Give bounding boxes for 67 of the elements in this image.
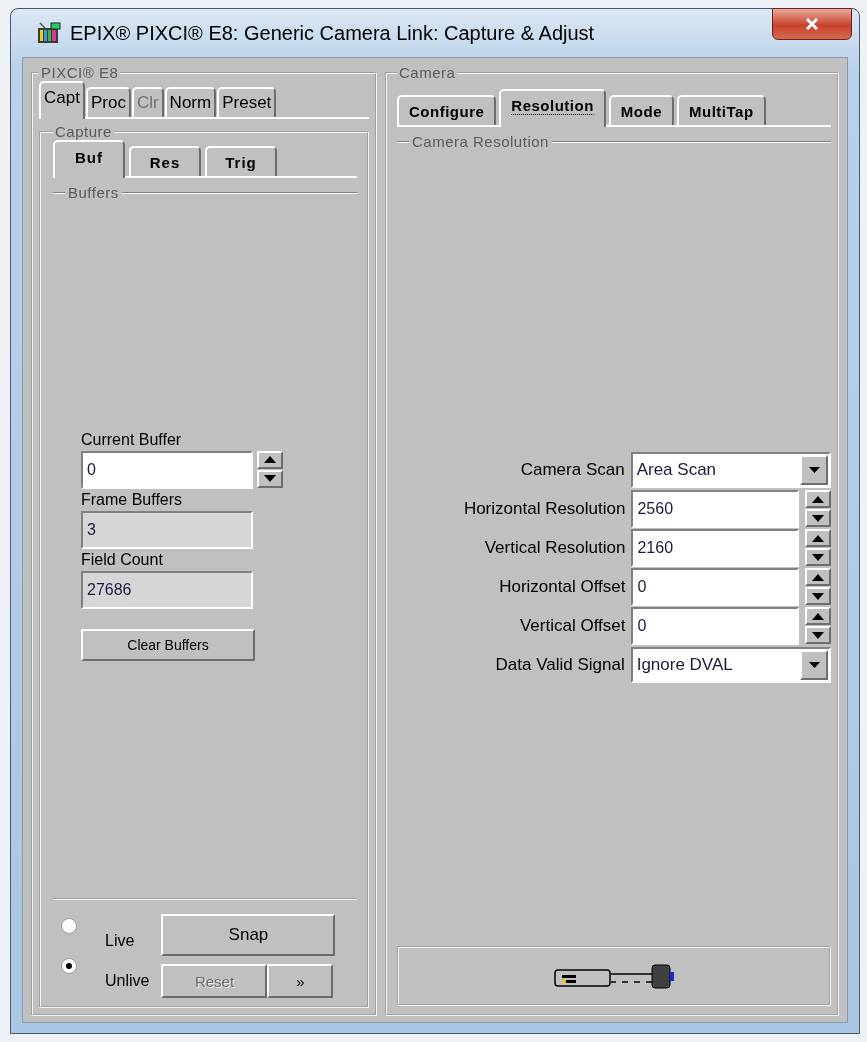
spin-down-button[interactable] (805, 626, 831, 644)
spin-up-button[interactable] (805, 568, 831, 586)
close-button[interactable] (772, 8, 852, 40)
section-title: Camera Resolution (412, 133, 549, 150)
tab[interactable]: Configure (397, 95, 497, 125)
close-icon (805, 18, 819, 30)
dropdown[interactable]: Area Scan (630, 452, 831, 488)
spin-up-button[interactable] (805, 607, 831, 625)
input-field[interactable]: 0 (81, 450, 253, 489)
spin-up-button[interactable] (805, 490, 831, 508)
field-label: Data Valid Signal (494, 655, 626, 675)
tab[interactable]: Mode (608, 95, 674, 125)
down-arrow-icon (812, 631, 824, 639)
tab[interactable]: Trig (205, 146, 277, 176)
input-field[interactable]: 0 (631, 607, 799, 645)
tab[interactable]: Proc (85, 87, 131, 117)
tab[interactable]: Res (129, 146, 201, 176)
readonly-field: 27686 (81, 570, 253, 609)
radio-label: Unlive (105, 972, 150, 991)
down-arrow-icon (264, 475, 276, 482)
tab[interactable]: Buf (53, 140, 125, 178)
field-label: Horizontal Offset (498, 577, 627, 597)
group-title: PIXCI® E8 (40, 64, 120, 81)
down-arrow-icon (812, 592, 824, 600)
dropdown[interactable]: Ignore DVAL (630, 647, 831, 683)
up-arrow-icon (812, 534, 824, 542)
input-field[interactable]: 0 (631, 568, 799, 606)
spin-up-button[interactable] (257, 450, 283, 469)
caret-icon (808, 467, 820, 473)
window-title: EPIX® PIXCI® E8: Generic Camera Link: Capture & Adjust (70, 21, 595, 45)
up-arrow-icon (812, 495, 824, 503)
radio-button[interactable] (61, 918, 77, 934)
spin-down-button[interactable] (257, 469, 283, 488)
up-arrow-icon (264, 456, 276, 463)
spin-down-button[interactable] (805, 548, 831, 566)
group-title: Capture (54, 123, 113, 140)
down-arrow-icon (812, 553, 824, 561)
tab[interactable]: Preset (217, 87, 277, 117)
tab[interactable]: MultiTap (677, 95, 766, 125)
field-label: Camera Scan (519, 460, 626, 480)
tab[interactable]: Resolution (499, 89, 606, 127)
group-title: Camera (398, 64, 457, 81)
field-label: Horizontal Resolution (462, 499, 627, 519)
up-arrow-icon (812, 573, 824, 581)
tab[interactable]: Norm (164, 87, 217, 117)
section-title: Buffers (68, 184, 119, 201)
field-label: Vertical Resolution (483, 538, 627, 558)
clear-buffers-button[interactable]: Clear Buffers (81, 628, 255, 661)
spin-down-button[interactable] (805, 509, 831, 527)
field-label: Current Buffer (81, 430, 183, 449)
readonly-field: 3 (81, 510, 253, 549)
up-arrow-icon (812, 612, 824, 620)
caret-icon (808, 662, 820, 668)
field-label: Vertical Offset (518, 616, 627, 636)
radio-label: Live (105, 932, 135, 951)
field-label: Field Count (81, 550, 164, 569)
spin-down-button[interactable] (805, 587, 831, 605)
radio-button[interactable] (61, 958, 77, 974)
tab[interactable]: Capt (39, 81, 85, 119)
app-icon (36, 22, 62, 44)
input-field[interactable]: 2160 (631, 529, 799, 567)
down-arrow-icon (812, 514, 824, 522)
field-label: Frame Buffers (81, 490, 184, 509)
input-field[interactable]: 2560 (631, 490, 799, 528)
button[interactable]: Snap (161, 914, 336, 956)
spin-up-button[interactable] (805, 529, 831, 547)
button[interactable]: » (267, 964, 334, 998)
